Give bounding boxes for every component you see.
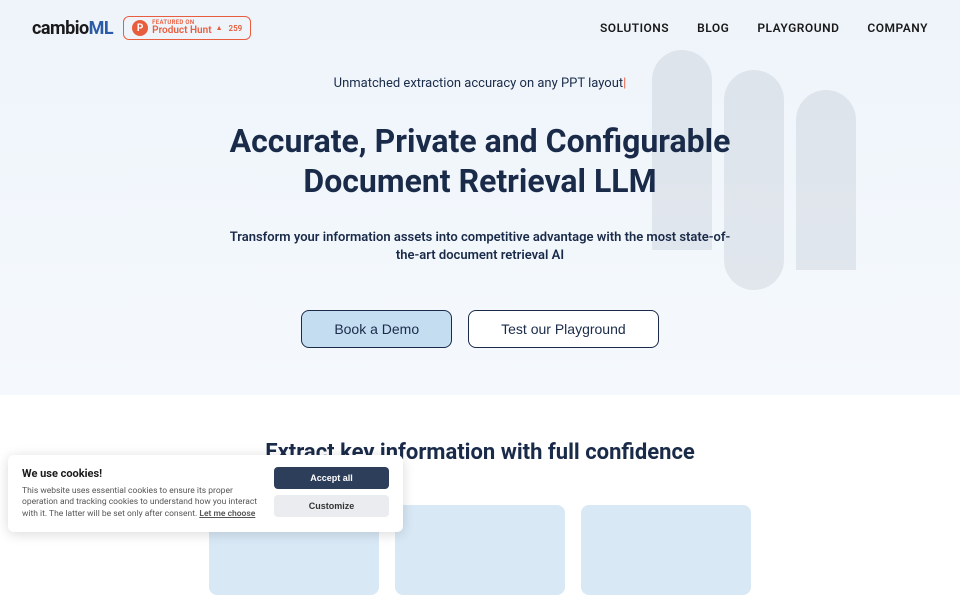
cookie-title: We use cookies!: [22, 467, 262, 480]
tagline: Unmatched extraction accuracy on any PPT…: [0, 76, 960, 91]
ph-name: Product Hunt: [152, 26, 211, 36]
subheadline: Transform your information assets into c…: [220, 229, 740, 265]
customize-button[interactable]: Customize: [274, 495, 389, 517]
headline-line-2: Document Retrieval LLM: [303, 162, 656, 200]
headline: Accurate, Private and Configurable Docum…: [0, 121, 960, 201]
product-hunt-icon: P: [132, 20, 148, 36]
hero-content: Unmatched extraction accuracy on any PPT…: [0, 56, 960, 348]
cookie-text-area: We use cookies! This website uses essent…: [22, 467, 262, 520]
product-hunt-badge[interactable]: P FEATURED ON Product Hunt ▲ 259: [123, 16, 251, 40]
cookie-description: This website uses essential cookies to e…: [22, 486, 262, 520]
header: cambioML P FEATURED ON Product Hunt ▲ 25…: [0, 0, 960, 56]
nav-company[interactable]: COMPANY: [867, 21, 928, 35]
cookie-choose-link[interactable]: Let me choose: [199, 509, 255, 519]
ph-count: 259: [229, 24, 243, 33]
nav-playground[interactable]: PLAYGROUND: [757, 21, 839, 35]
book-demo-button[interactable]: Book a Demo: [301, 310, 452, 348]
main-nav: SOLUTIONS BLOG PLAYGROUND COMPANY: [600, 21, 928, 35]
nav-blog[interactable]: BLOG: [697, 21, 729, 35]
hero-section: cambioML P FEATURED ON Product Hunt ▲ 25…: [0, 0, 960, 395]
logo-text-1: cambio: [32, 18, 89, 39]
cookie-banner: We use cookies! This website uses essent…: [8, 455, 403, 532]
feature-card: [395, 505, 565, 595]
cta-row: Book a Demo Test our Playground: [0, 310, 960, 348]
cookie-buttons: Accept all Customize: [274, 467, 389, 517]
cursor-icon: |: [623, 76, 626, 91]
upvote-arrow-icon: ▲: [216, 24, 223, 32]
logo-text-2: ML: [89, 18, 114, 39]
feature-card: [581, 505, 751, 595]
nav-solutions[interactable]: SOLUTIONS: [600, 21, 669, 35]
logo-area: cambioML P FEATURED ON Product Hunt ▲ 25…: [32, 16, 251, 40]
tagline-text: Unmatched extraction accuracy on any PPT…: [334, 76, 623, 91]
test-playground-button[interactable]: Test our Playground: [468, 310, 659, 348]
headline-line-1: Accurate, Private and Configurable: [230, 122, 731, 160]
accept-all-button[interactable]: Accept all: [274, 467, 389, 489]
logo[interactable]: cambioML: [32, 18, 113, 39]
